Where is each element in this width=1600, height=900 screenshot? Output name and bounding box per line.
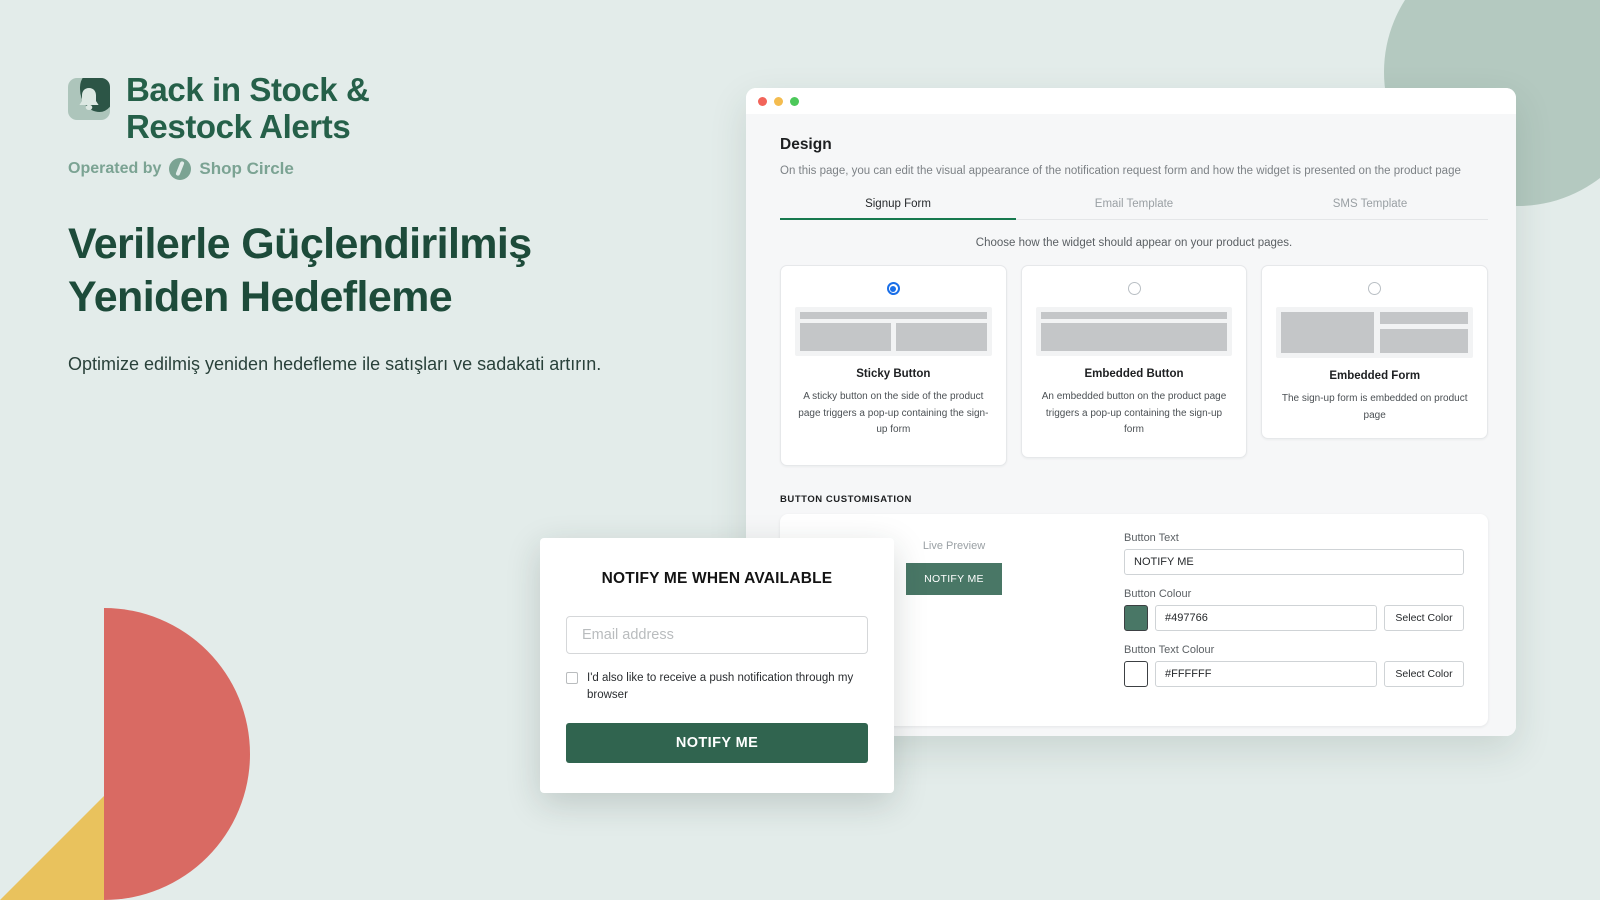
page-title: Design <box>780 136 832 153</box>
option-desc-sticky-button: A sticky button on the side of the produ… <box>798 391 989 436</box>
widget-option-list: Sticky Button A sticky button on the sid… <box>780 265 1489 466</box>
minimize-window-button[interactable] <box>774 96 783 106</box>
page-headline: Verilerle Güçlendirilmiş Yeniden Hedefle… <box>68 218 708 325</box>
widget-push-checkbox[interactable] <box>566 672 578 684</box>
option-card-sticky-button[interactable]: Sticky Button A sticky button on the sid… <box>780 265 1007 466</box>
widget-push-notification-row: I'd also like to receive a push notifica… <box>566 670 868 703</box>
brand-header: Back in Stock & Restock Alerts <box>68 71 708 146</box>
field-button-text-colour: Button Text Colour #FFFFFF Select Color <box>1124 644 1464 687</box>
fields-column: Button Text NOTIFY ME Button Colour #497… <box>1124 532 1464 704</box>
option-card-embedded-button[interactable]: Embedded Button An embedded button on th… <box>1020 265 1248 458</box>
decorative-half-circle-red <box>104 608 250 900</box>
notify-me-widget-popup: NOTIFY ME WHEN AVAILABLE Email address I… <box>540 538 894 793</box>
label-button-text-colour: Button Text Colour <box>1124 643 1215 656</box>
button-colour-swatch[interactable] <box>1124 604 1148 631</box>
tab-sms-template[interactable]: SMS Template <box>1252 198 1488 219</box>
brand-title-line2: Restock Alerts <box>126 107 351 145</box>
tab-email-template[interactable]: Email Template <box>1016 198 1252 219</box>
close-window-button[interactable] <box>758 96 767 106</box>
button-colour-input[interactable]: #497766 <box>1155 604 1377 631</box>
select-color-text-colour[interactable]: Select Color <box>1384 660 1464 687</box>
option-card-embedded-form[interactable]: Embedded Form The sign-up form is embedd… <box>1261 265 1489 440</box>
headline-line-1: Verilerle Güçlendirilmiş <box>68 219 532 268</box>
widget-email-input[interactable]: Email address <box>566 616 868 654</box>
sticky-button-wireframe <box>795 307 992 357</box>
radio-embedded-form[interactable] <box>1368 282 1382 296</box>
page-root: Back in Stock & Restock Alerts Operated … <box>0 0 1600 900</box>
widget-notify-me-button[interactable]: NOTIFY ME <box>566 723 868 764</box>
tab-signup-form[interactable]: Signup Form <box>780 198 1016 221</box>
embedded-form-wireframe <box>1276 307 1474 359</box>
operated-by-row: Operated by Shop Circle <box>68 157 708 180</box>
radio-embedded-button[interactable] <box>1127 282 1141 296</box>
option-title-embedded-form: Embedded Form <box>1329 370 1421 383</box>
button-text-input[interactable]: NOTIFY ME <box>1124 548 1464 575</box>
marketing-column: Back in Stock & Restock Alerts Operated … <box>68 71 708 378</box>
company-name: Shop Circle <box>199 158 294 178</box>
button-text-colour-swatch[interactable] <box>1124 660 1148 687</box>
operated-by-label: Operated by <box>68 159 162 177</box>
tab-bar: Signup Form Email Template SMS Template <box>780 198 1488 221</box>
option-desc-embedded-button: An embedded button on the product page t… <box>1041 391 1227 436</box>
embedded-button-wireframe <box>1035 307 1233 357</box>
shop-circle-logo-icon <box>169 157 192 180</box>
label-button-text: Button Text <box>1124 531 1179 544</box>
button-text-colour-input[interactable]: #FFFFFF <box>1155 660 1377 687</box>
window-titlebar <box>746 88 1516 114</box>
label-button-colour: Button Colour <box>1124 587 1192 600</box>
option-title-embedded-button: Embedded Button <box>1084 368 1184 381</box>
option-desc-embedded-form: The sign-up form is embedded on product … <box>1281 393 1468 421</box>
page-description: On this page, you can edit the visual ap… <box>780 165 1461 177</box>
live-preview-button[interactable]: NOTIFY ME <box>906 562 1002 595</box>
brand-title-line1: Back in Stock & <box>126 71 370 108</box>
section-label-button-customisation: BUTTON CUSTOMISATION <box>780 493 912 505</box>
select-color-button-colour[interactable]: Select Color <box>1384 604 1464 631</box>
radio-sticky-button[interactable] <box>886 282 900 296</box>
field-button-text: Button Text NOTIFY ME <box>1124 532 1464 575</box>
bell-glyph <box>79 88 99 110</box>
bell-icon <box>68 78 110 120</box>
maximize-window-button[interactable] <box>790 96 799 106</box>
headline-line-2: Yeniden Hedefleme <box>68 273 453 322</box>
choose-widget-instruction: Choose how the widget should appear on y… <box>975 237 1293 250</box>
option-title-sticky-button: Sticky Button <box>856 368 931 381</box>
decorative-triangle-yellow <box>0 796 104 900</box>
page-subheadline: Optimize edilmiş yeniden hedefleme ile s… <box>68 353 602 374</box>
field-button-colour: Button Colour #497766 Select Color <box>1124 588 1464 631</box>
widget-title: NOTIFY ME WHEN AVAILABLE <box>601 570 833 587</box>
widget-push-label: I'd also like to receive a push notifica… <box>587 672 854 701</box>
